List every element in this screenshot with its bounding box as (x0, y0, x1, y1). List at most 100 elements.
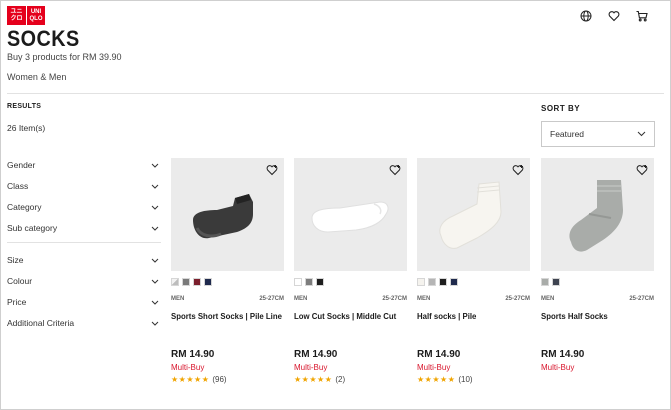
logo-text-1: ユニ (10, 8, 23, 15)
filter-price[interactable]: Price (7, 291, 161, 312)
product-gender: MEN (417, 296, 431, 302)
product-card[interactable]: MEN 25-27CM Half socks | Pile RM 14.90 Mu… (417, 158, 530, 384)
product-size: 25-27CM (629, 296, 654, 302)
review-count: (96) (212, 375, 227, 384)
product-size: 25-27CM (382, 296, 407, 302)
rating-stars: ★★★★★ (294, 375, 333, 384)
product-image[interactable] (417, 158, 530, 271)
color-swatch[interactable] (204, 278, 212, 286)
product-price: RM 14.90 (417, 349, 461, 360)
filter-label: Class (7, 180, 29, 191)
uniqlo-logo[interactable]: ユニ クロ UNI QLO (7, 6, 45, 25)
product-name[interactable]: Low Cut Socks | Middle Cut (294, 311, 407, 343)
chevron-down-icon (151, 160, 159, 170)
product-image[interactable] (541, 158, 654, 271)
product-name[interactable]: Sports Short Socks | Pile Line (171, 311, 284, 343)
logo-latin: UNI QLO (26, 6, 45, 25)
color-swatches (171, 278, 284, 286)
product-promo: Multi-Buy (417, 363, 451, 372)
cart-icon[interactable] (636, 9, 648, 22)
color-swatch[interactable] (171, 278, 179, 286)
color-swatch[interactable] (182, 278, 190, 286)
color-swatches (417, 278, 530, 286)
filter-size[interactable]: Size (7, 249, 161, 270)
product-card[interactable]: MEN 25-27CM Sports Half Socks RM 14.90 Mu… (541, 158, 654, 372)
chevron-down-icon (151, 181, 159, 191)
sort-select[interactable]: Featured (541, 121, 655, 147)
filter-label: Sub category (7, 222, 58, 233)
review-count: (2) (335, 375, 346, 384)
sort-by-label: SORT BY (541, 104, 581, 113)
product-rating: ★★★★★ (10) (417, 375, 530, 384)
logo-text-3: UNI (30, 8, 42, 15)
color-swatch[interactable] (417, 278, 425, 286)
filter-category[interactable]: Category (7, 196, 161, 217)
promo-subtitle: Buy 3 products for RM 39.90 (7, 52, 122, 62)
chevron-down-icon (637, 129, 646, 139)
results-label: RESULTS (7, 103, 42, 110)
header-icons (580, 9, 648, 22)
color-swatches (294, 278, 407, 286)
filter-sidebar: Gender Class Category Sub category Size … (7, 154, 161, 333)
product-price: RM 14.90 (171, 349, 215, 360)
product-grid: MEN 25-27CM Sports Short Socks | Pile Lin… (171, 158, 655, 398)
product-gender: MEN (541, 296, 555, 302)
product-name[interactable]: Sports Half Socks (541, 311, 654, 343)
filter-additional-criteria[interactable]: Additional Criteria (7, 312, 161, 333)
rating-stars: ★★★★★ (417, 375, 456, 384)
chevron-down-icon (151, 276, 159, 286)
color-swatch[interactable] (193, 278, 201, 286)
color-swatch[interactable] (294, 278, 302, 286)
color-swatch[interactable] (439, 278, 447, 286)
filter-gender[interactable]: Gender (7, 154, 161, 175)
color-swatch[interactable] (541, 278, 549, 286)
product-meta: MEN 25-27CM (417, 296, 530, 302)
product-size: 25-27CM (505, 296, 530, 302)
product-name[interactable]: Half socks | Pile (417, 311, 530, 343)
chevron-down-icon (151, 297, 159, 307)
product-size: 25-27CM (259, 296, 284, 302)
logo-katakana: ユニ クロ (7, 6, 26, 25)
product-promo: Multi-Buy (171, 363, 205, 372)
product-card[interactable]: MEN 25-27CM Sports Short Socks | Pile Lin… (171, 158, 284, 384)
product-card[interactable]: MEN 25-27CM Low Cut Socks | Middle Cut RM… (294, 158, 407, 384)
color-swatch[interactable] (552, 278, 560, 286)
sort-selected-value: Featured (550, 129, 585, 139)
color-swatch[interactable] (450, 278, 458, 286)
filter-label: Size (7, 254, 24, 265)
filter-label: Additional Criteria (7, 317, 75, 328)
heart-icon[interactable] (608, 9, 620, 22)
add-favorite-icon[interactable] (389, 163, 401, 176)
product-meta: MEN 25-27CM (171, 296, 284, 302)
divider (7, 93, 664, 94)
product-gender: MEN (294, 296, 308, 302)
add-favorite-icon[interactable] (636, 163, 648, 176)
chevron-down-icon (151, 255, 159, 265)
filter-class[interactable]: Class (7, 175, 161, 196)
product-meta: MEN 25-27CM (541, 296, 654, 302)
product-image[interactable] (171, 158, 284, 271)
add-favorite-icon[interactable] (512, 163, 524, 176)
logo-text-4: QLO (29, 15, 43, 22)
product-rating: ★★★★★ (2) (294, 375, 407, 384)
results-count: 26 Item(s) (7, 123, 46, 133)
color-swatch[interactable] (305, 278, 313, 286)
color-swatch[interactable] (428, 278, 436, 286)
color-swatch[interactable] (316, 278, 324, 286)
product-price: RM 14.90 (541, 349, 585, 360)
rating-stars: ★★★★★ (171, 375, 210, 384)
filter-label: Colour (7, 275, 33, 286)
product-image[interactable] (294, 158, 407, 271)
chevron-down-icon (151, 202, 159, 212)
add-favorite-icon[interactable] (266, 163, 278, 176)
page-title: SOCKS (7, 26, 80, 51)
filter-sub-category[interactable]: Sub category (7, 217, 161, 238)
filter-label: Gender (7, 159, 36, 170)
filter-label: Price (7, 296, 27, 307)
filter-colour[interactable]: Colour (7, 270, 161, 291)
product-price: RM 14.90 (294, 349, 338, 360)
category-tag[interactable]: Women & Men (7, 72, 66, 82)
review-count: (10) (458, 375, 473, 384)
globe-icon[interactable] (580, 9, 592, 22)
product-promo: Multi-Buy (294, 363, 328, 372)
